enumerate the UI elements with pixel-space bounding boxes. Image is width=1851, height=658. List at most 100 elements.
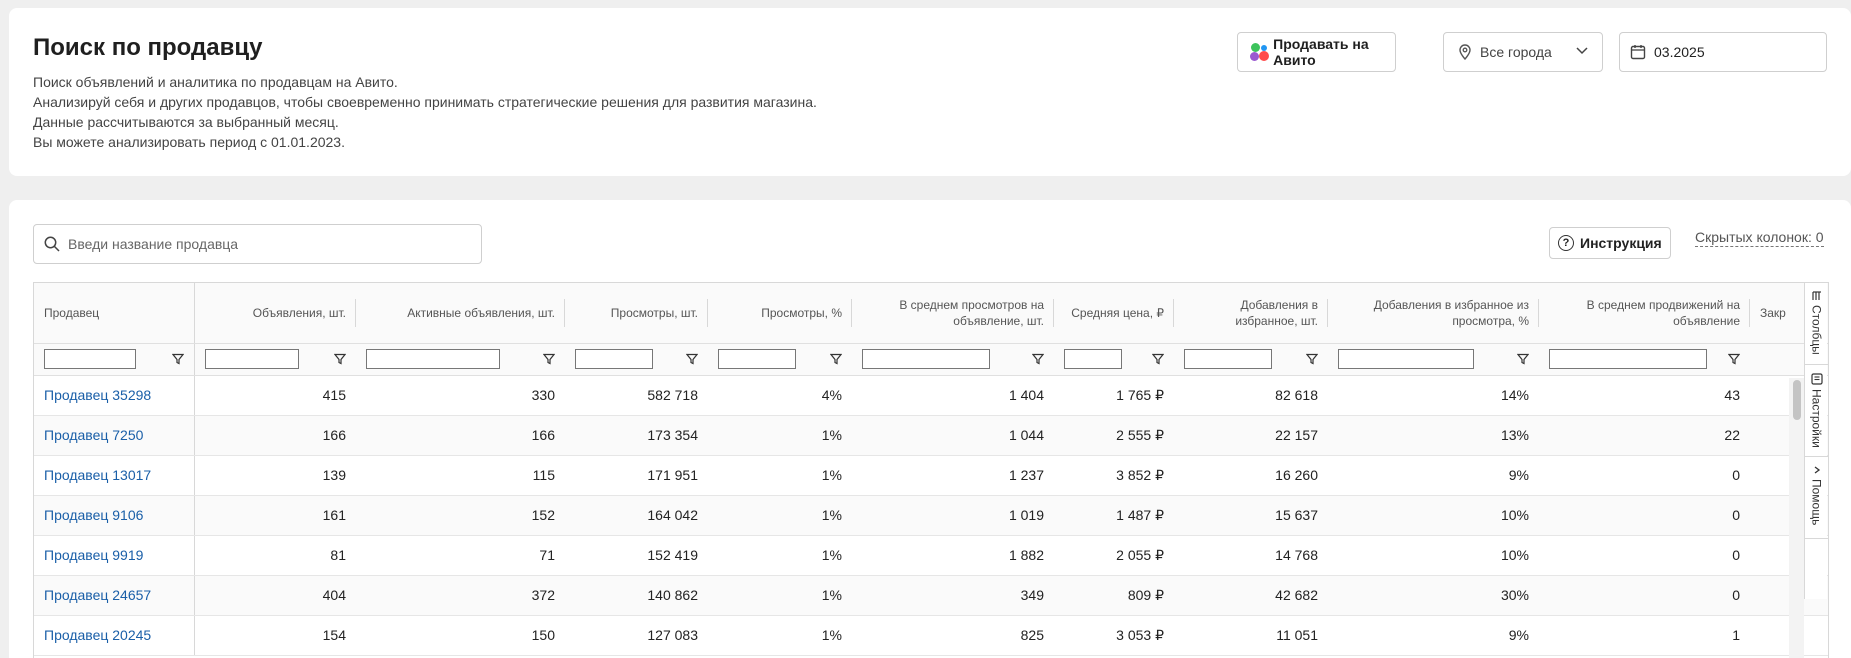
table-cell: 1% xyxy=(708,615,852,656)
table-row: Продавец 20245 154 150 127 083 1% 825 3 053 ₽1… xyxy=(34,615,1828,656)
seller-cell: Продавец 7250 xyxy=(34,415,195,456)
table-row: Продавец 9106 161 152 164 042 1% 1 019 1 487 ₽… xyxy=(34,495,1828,536)
filter-icon[interactable] xyxy=(830,353,842,365)
seller-link[interactable]: Продавец 7250 xyxy=(44,427,143,443)
scrollbar-thumb[interactable] xyxy=(1793,380,1801,420)
table-cell: 164 042 xyxy=(565,495,708,536)
month-picker[interactable]: 03.2025 xyxy=(1619,32,1827,72)
filter-icon[interactable] xyxy=(1032,353,1044,365)
column-header[interactable]: Просмотры, % xyxy=(708,283,852,344)
calendar-icon xyxy=(1630,45,1646,60)
column-filter-input[interactable] xyxy=(1184,349,1272,369)
seller-link[interactable]: Продавец 9919 xyxy=(44,547,143,563)
table-cell: 139 xyxy=(194,455,356,496)
column-header[interactable]: В среднем просмотров на объявление, шт. xyxy=(852,283,1054,344)
instruction-button[interactable]: ? Инструкция xyxy=(1549,227,1671,259)
side-tab-columns[interactable]: Столбцы xyxy=(1805,283,1828,365)
table-cell: 16 260 xyxy=(1174,455,1328,496)
filter-icon[interactable] xyxy=(1152,353,1164,365)
table-row: Продавец 35298 415 330 582 718 4% 1 404 1 765 … xyxy=(34,375,1828,416)
column-filter-input[interactable] xyxy=(44,349,136,369)
filter-cell xyxy=(708,343,852,376)
description-line: Анализируй себя и других продавцов, чтоб… xyxy=(33,94,817,110)
column-filter-input[interactable] xyxy=(1338,349,1474,369)
table-cell: 173 354 xyxy=(565,415,708,456)
seller-search[interactable] xyxy=(33,224,482,264)
table-cell: 0 xyxy=(1539,575,1750,616)
table-cell: 13% xyxy=(1328,415,1539,456)
description-line: Вы можете анализировать период с 01.01.2… xyxy=(33,134,345,150)
filter-icon[interactable] xyxy=(543,353,555,365)
column-header[interactable]: Средняя цена, ₽ xyxy=(1054,283,1174,344)
seller-cell: Продавец 13017 xyxy=(34,455,195,496)
table-cell: 9% xyxy=(1328,455,1539,496)
question-icon: ? xyxy=(1558,235,1574,251)
filter-cell xyxy=(852,343,1054,376)
seller-link[interactable]: Продавец 9106 xyxy=(44,507,143,523)
table-cell: 22 157 xyxy=(1174,415,1328,456)
filter-cell xyxy=(1174,343,1328,376)
chevron-right-icon xyxy=(1814,466,1820,474)
seller-link[interactable]: Продавец 35298 xyxy=(44,387,151,403)
seller-link[interactable]: Продавец 13017 xyxy=(44,467,151,483)
filter-cell xyxy=(356,343,565,376)
filter-icon[interactable] xyxy=(171,353,184,365)
column-header[interactable]: Продавец xyxy=(34,283,195,344)
column-header[interactable]: В среднем продвижений на объявление xyxy=(1539,283,1750,344)
column-header[interactable]: Объявления, шт. xyxy=(194,283,356,344)
table-cell: 152 xyxy=(356,495,565,536)
instruction-button-label: Инструкция xyxy=(1580,235,1662,251)
columns-icon xyxy=(1811,291,1821,300)
table-scrollbar[interactable] xyxy=(1789,378,1804,658)
sell-on-avito-button[interactable]: Продавать на Авито xyxy=(1237,32,1396,72)
table-cell: 1 765 ₽ xyxy=(1054,375,1174,416)
column-filter-input[interactable] xyxy=(1064,349,1122,369)
table-cell: 372 xyxy=(356,575,565,616)
column-header[interactable]: Добавления в избранное из просмотра, % xyxy=(1328,283,1539,344)
filter-icon[interactable] xyxy=(334,353,346,365)
column-filter-input[interactable] xyxy=(862,349,990,369)
column-filter-input[interactable] xyxy=(718,349,796,369)
column-filter-input[interactable] xyxy=(575,349,653,369)
sellers-table: Продавец Объявления, шт. Активные объявл… xyxy=(33,282,1829,658)
seller-link[interactable]: Продавец 20245 xyxy=(44,627,151,643)
city-select[interactable]: Все города xyxy=(1443,32,1603,72)
table-cell: 150 xyxy=(356,615,565,656)
table-cell: 3 852 ₽ xyxy=(1054,455,1174,496)
table-cell: 349 xyxy=(852,575,1054,616)
side-tab-settings[interactable]: Настройки xyxy=(1805,365,1828,457)
column-header[interactable]: Добавления в избранное, шт. xyxy=(1174,283,1328,344)
filter-cell xyxy=(565,343,708,376)
location-pin-icon xyxy=(1459,44,1471,60)
column-filter-input[interactable] xyxy=(204,349,299,369)
table-row: Продавец 24657 404 372 140 862 1% 349 809 ₽42 … xyxy=(34,575,1828,616)
column-filter-input[interactable] xyxy=(1549,349,1707,369)
filter-icon[interactable] xyxy=(1306,353,1318,365)
table-cell: 330 xyxy=(356,375,565,416)
column-filter-input[interactable] xyxy=(366,349,500,369)
filter-icon[interactable] xyxy=(686,353,698,365)
filter-icon[interactable] xyxy=(1517,353,1529,365)
table-cell: 10% xyxy=(1328,495,1539,536)
table-cell: 415 xyxy=(194,375,356,416)
search-icon xyxy=(44,236,60,252)
seller-link[interactable]: Продавец 24657 xyxy=(44,587,151,603)
filter-cell xyxy=(1539,343,1750,376)
table-cell: 152 419 xyxy=(565,535,708,576)
table-cell: 11 051 xyxy=(1174,615,1328,656)
table-cell: 404 xyxy=(194,575,356,616)
chevron-down-icon xyxy=(1576,47,1588,55)
table-row: Продавец 13017 139 115 171 951 1% 1 237 3 852 … xyxy=(34,455,1828,496)
seller-search-input[interactable] xyxy=(68,236,448,252)
description-line: Поиск объявлений и аналитика по продавца… xyxy=(33,74,398,90)
column-header[interactable]: Активные объявления, шт. xyxy=(356,283,565,344)
table-cell: 1 882 xyxy=(852,535,1054,576)
table-cell: 1 404 xyxy=(852,375,1054,416)
hidden-columns-link[interactable]: Скрытых колонок: 0 xyxy=(1695,229,1824,247)
table-cell: 0 xyxy=(1539,495,1750,536)
table-cell: 0 xyxy=(1539,535,1750,576)
filter-icon[interactable] xyxy=(1728,353,1740,365)
table-cell: 2 055 ₽ xyxy=(1054,535,1174,576)
side-tab-help[interactable]: Помощь xyxy=(1805,457,1828,539)
column-header[interactable]: Просмотры, шт. xyxy=(565,283,708,344)
